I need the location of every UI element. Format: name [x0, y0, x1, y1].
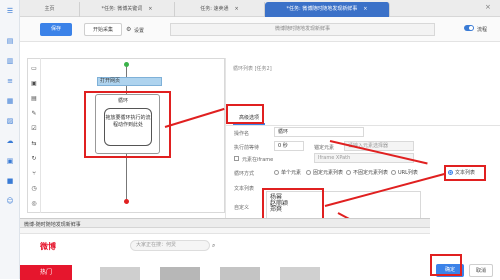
mode-url-list[interactable]: URL列表 — [391, 169, 418, 176]
grid-icon[interactable]: ▦ — [4, 96, 16, 106]
tab-aliexpress[interactable]: 任务: 速卖通 × — [175, 2, 265, 17]
open-page-tool-icon[interactable]: ▭ — [29, 65, 39, 74]
open-page-node[interactable]: 打开网页 — [97, 77, 162, 86]
breadcrumb: 循环列表 [任务2] — [233, 66, 272, 72]
before-wait-input[interactable]: 0 秒 — [274, 141, 304, 151]
flow-toggle[interactable] — [464, 25, 474, 31]
feed-thumbnail[interactable] — [100, 267, 140, 280]
save-button[interactable]: 保存 — [40, 23, 72, 36]
ok-button-highlight — [430, 254, 462, 276]
search-icon[interactable]: ⌕ — [212, 242, 215, 250]
mode-single[interactable]: 单个元素 — [274, 169, 301, 176]
wait-tool-icon[interactable]: ◷ — [29, 185, 39, 194]
tab-home[interactable]: 主页 — [20, 2, 80, 17]
task-title-input[interactable]: 微博随时随地发现新鲜事 — [170, 23, 435, 36]
user-icon[interactable]: ☺ — [4, 196, 16, 206]
flow-label: 流程 — [477, 27, 488, 33]
menu-icon[interactable]: ☰ — [4, 6, 16, 16]
advanced-tab-highlight — [226, 104, 264, 124]
weibo-search-input[interactable]: 大家正在搜：何炅 — [130, 240, 210, 251]
database-icon[interactable]: ▥ — [4, 56, 16, 66]
close-icon[interactable]: × — [235, 6, 239, 12]
iframe-label: 元素在iframe — [242, 157, 274, 163]
browser-tab-title[interactable]: 微博-随时随地发现新鲜事 — [24, 221, 81, 228]
iframe-checkbox[interactable] — [234, 156, 239, 161]
document-icon[interactable]: ▤ — [4, 36, 16, 46]
input-tool-icon[interactable]: ✎ — [29, 110, 39, 119]
click-tool-icon[interactable]: ▣ — [29, 80, 39, 89]
connector — [126, 67, 127, 77]
feed-thumbnail[interactable] — [220, 267, 260, 280]
divider — [226, 125, 500, 126]
flow-toolbox: ▭ ▣ ▤ ✎ ☑ ⇆ ↻ ⑂ ◷ ◎ — [27, 58, 41, 213]
embedded-browser: 微博-随时随地发现新鲜事 微博 大家正在搜：何炅 ⌕ 热门 — [20, 218, 430, 280]
tab-bar: 主页 *任务: 微博关键词 × 任务: 速卖通 × *任务: 微博随时随地发现新鲜事… — [20, 0, 500, 17]
weibo-logo[interactable]: 微博 — [40, 241, 56, 252]
end-node — [124, 199, 129, 204]
left-rail: ☰ ▤ ▥ ≡ ▦ ▨ ☁ ▣ ■ ☺ — [0, 0, 20, 279]
browser-tab-bar: 微博-随时随地发现新鲜事 — [20, 219, 430, 228]
browser-url-bar — [20, 228, 430, 234]
list-icon[interactable]: ≡ — [4, 76, 16, 86]
switch-tool-icon[interactable]: ⇆ — [29, 140, 39, 149]
loop-tool-icon[interactable]: ↻ — [29, 155, 39, 164]
monitor-icon[interactable]: ▣ — [4, 156, 16, 166]
branch-tool-icon[interactable]: ⑂ — [29, 170, 39, 179]
extract-tool-icon[interactable]: ▤ — [29, 95, 39, 104]
mode-variable-list[interactable]: 不固定元素列表 — [346, 169, 388, 176]
before-wait-label: 执行前等待 — [234, 145, 260, 151]
cancel-button[interactable]: 取消 — [469, 264, 493, 277]
connector — [126, 154, 127, 199]
toolbar: 保存 开始采集 ⚙ 设置 微博随时随地发现新鲜事 流程 — [20, 17, 500, 42]
text-list-mode-highlight — [444, 165, 486, 181]
custom-label: 自定义 — [234, 205, 250, 211]
save-icon[interactable]: ■ — [4, 176, 16, 186]
hot-button[interactable]: 热门 — [20, 265, 72, 280]
tab-weibo-keyword[interactable]: *任务: 微博关键词 × — [80, 2, 175, 17]
op-name-input[interactable]: 循环 — [274, 127, 364, 137]
close-icon[interactable]: × — [148, 6, 152, 12]
cloud-icon[interactable]: ☁ — [4, 136, 16, 146]
loop-mode-label: 循环方式 — [234, 171, 255, 177]
tab-weibo-task[interactable]: *任务: 微博随时随地发现新鲜事 × — [265, 2, 390, 17]
feed-thumbnail[interactable] — [160, 267, 200, 280]
window-close-icon[interactable]: × — [485, 3, 491, 11]
mode-fixed-list[interactable]: 固定元素列表 — [306, 169, 343, 176]
anchor-label: 锚定元素 — [314, 145, 335, 151]
start-collect-button[interactable]: 开始采集 — [84, 23, 122, 36]
feed-thumbnail[interactable] — [280, 267, 320, 280]
close-icon[interactable]: × — [363, 6, 367, 12]
end-tool-icon[interactable]: ◎ — [29, 200, 39, 209]
verify-tool-icon[interactable]: ☑ — [29, 125, 39, 134]
chart-icon[interactable]: ▨ — [4, 116, 16, 126]
settings-button[interactable]: 设置 — [134, 27, 144, 34]
loop-highlight-box — [84, 91, 171, 158]
gear-icon[interactable]: ⚙ — [126, 26, 131, 33]
text-list-label: 文本列表 — [234, 186, 255, 192]
op-name-label: 操作名 — [234, 131, 250, 137]
